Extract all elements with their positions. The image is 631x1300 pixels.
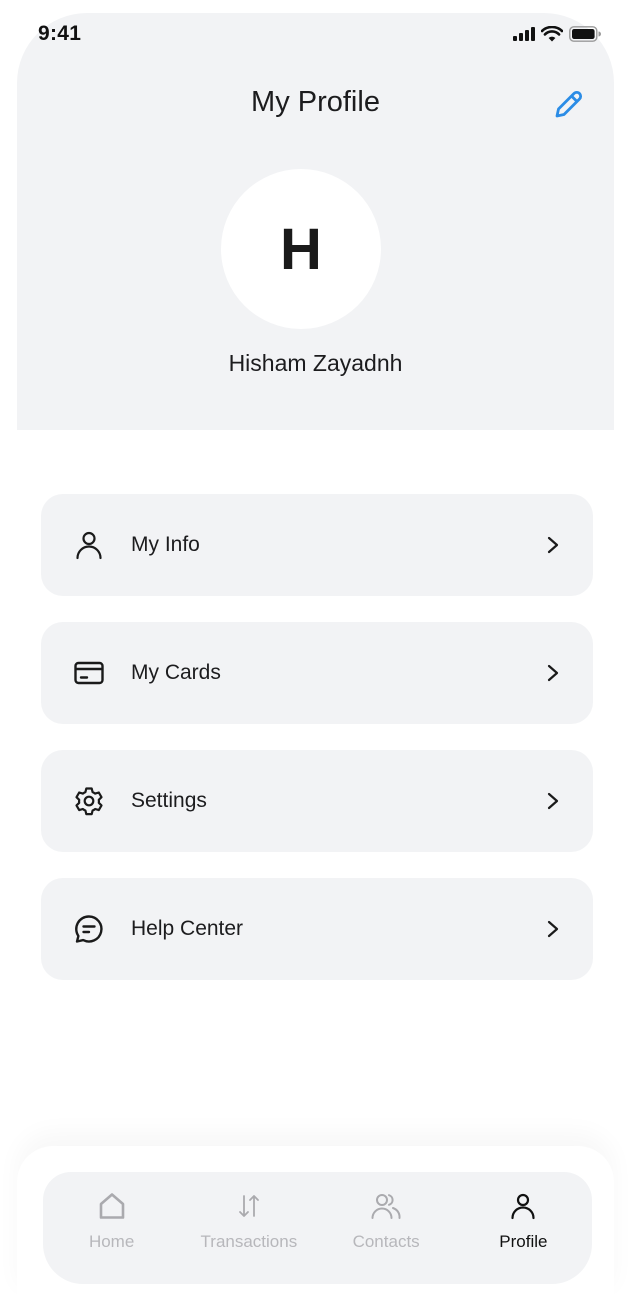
avatar-initial: H [280,216,322,282]
profile-screen: 9:41 My Profile H Hisham Zayadnh My Info… [0,0,631,1300]
chat-bubble-icon [71,911,107,947]
menu-item-help-center[interactable]: Help Center [41,878,593,980]
status-icons [513,26,601,42]
contacts-icon [370,1190,402,1222]
nav-label: Home [88,1232,135,1251]
bottom-nav: Home Transactions Contacts Profile [43,1172,592,1284]
menu-item-label: Settings [131,789,207,812]
menu-item-label: My Cards [131,661,221,684]
menu-item-label: Help Center [131,917,244,940]
gear-icon [71,783,107,819]
profile-menu: My Info My Cards Settings Help Center [41,494,593,1006]
chevron-right-icon [543,535,563,555]
user-icon [507,1190,539,1222]
nav-item-contacts[interactable]: Contacts [320,1190,452,1252]
avatar[interactable]: H [221,169,381,329]
edit-profile-button[interactable] [551,88,585,122]
chevron-right-icon [543,663,563,683]
user-icon [71,527,107,563]
status-time: 9:41 [38,22,82,45]
signal-icon [513,27,535,41]
nav-label: Transactions [200,1232,298,1251]
pencil-icon [555,90,583,118]
menu-item-settings[interactable]: Settings [41,750,593,852]
menu-item-label: My Info [131,533,200,556]
chevron-right-icon [543,919,563,939]
battery-icon [569,26,601,42]
menu-item-my-info[interactable]: My Info [41,494,593,596]
nav-item-home[interactable]: Home [46,1190,178,1252]
nav-label: Profile [499,1232,548,1251]
wifi-icon [541,26,563,42]
user-name: Hisham Zayadnh [228,350,403,376]
home-icon [96,1190,128,1222]
page-title: My Profile [251,86,380,118]
nav-item-transactions[interactable]: Transactions [183,1190,315,1252]
transfer-arrows-icon [233,1190,265,1222]
chevron-right-icon [543,791,563,811]
nav-item-profile[interactable]: Profile [457,1190,589,1252]
nav-label: Contacts [352,1232,420,1251]
menu-item-my-cards[interactable]: My Cards [41,622,593,724]
credit-card-icon [71,655,107,691]
